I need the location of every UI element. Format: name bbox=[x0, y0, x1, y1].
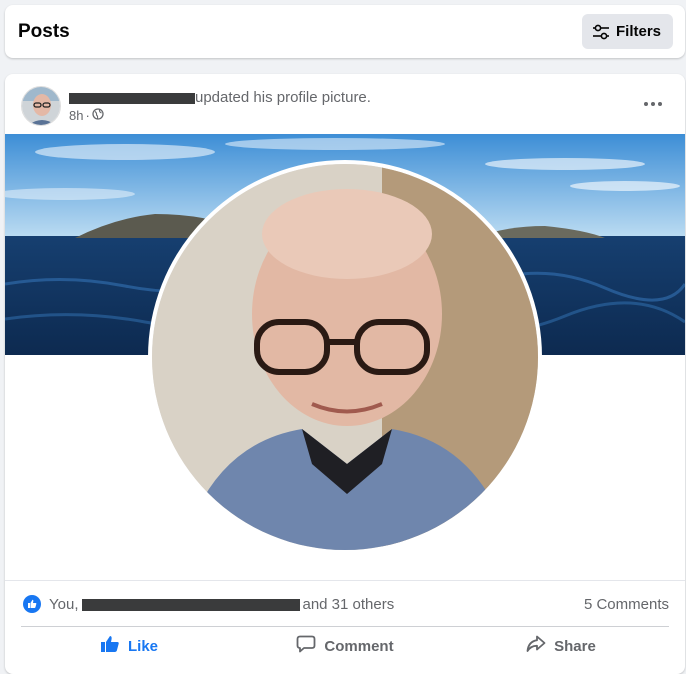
share-icon bbox=[526, 635, 546, 657]
filters-label: Filters bbox=[615, 23, 661, 40]
posts-title: Posts bbox=[18, 21, 70, 42]
comment-label: Comment bbox=[324, 637, 394, 655]
reaction-summary[interactable]: You, and 31 others bbox=[49, 596, 394, 613]
filters-button[interactable]: Filters bbox=[581, 14, 673, 49]
author-name-redacted[interactable] bbox=[69, 92, 195, 104]
share-label: Share bbox=[554, 637, 596, 655]
reaction-suffix: and 31 others bbox=[302, 596, 395, 613]
post-timestamp[interactable]: 8h bbox=[69, 108, 83, 123]
more-horizontal-icon bbox=[644, 93, 662, 111]
globe-icon bbox=[92, 108, 104, 123]
share-button[interactable]: Share bbox=[453, 627, 669, 665]
post-meta: 8h · bbox=[69, 108, 104, 123]
more-options-button[interactable] bbox=[635, 90, 671, 114]
comment-icon bbox=[296, 635, 316, 657]
reaction-names-redacted bbox=[82, 598, 301, 611]
post-actions: Like Comment Share bbox=[21, 626, 669, 665]
post-card: updated his profile picture. 8h · You, a… bbox=[5, 74, 685, 674]
author-avatar[interactable] bbox=[21, 86, 61, 126]
sliders-icon bbox=[592, 24, 610, 40]
reactions-row: You, and 31 others 5 Comments bbox=[5, 580, 685, 626]
like-reaction-icon[interactable] bbox=[23, 595, 41, 613]
like-button[interactable]: Like bbox=[21, 627, 237, 665]
post-header-line: updated his profile picture. bbox=[69, 87, 371, 107]
comments-count[interactable]: 5 Comments bbox=[584, 596, 669, 613]
posts-header: Posts Filters bbox=[5, 5, 685, 58]
profile-picture[interactable] bbox=[148, 160, 542, 554]
post-action-text: updated his profile picture. bbox=[195, 88, 371, 106]
reaction-prefix: You, bbox=[49, 596, 79, 613]
thumbs-up-icon bbox=[100, 635, 120, 657]
comment-button[interactable]: Comment bbox=[237, 627, 453, 665]
like-label: Like bbox=[127, 637, 158, 655]
